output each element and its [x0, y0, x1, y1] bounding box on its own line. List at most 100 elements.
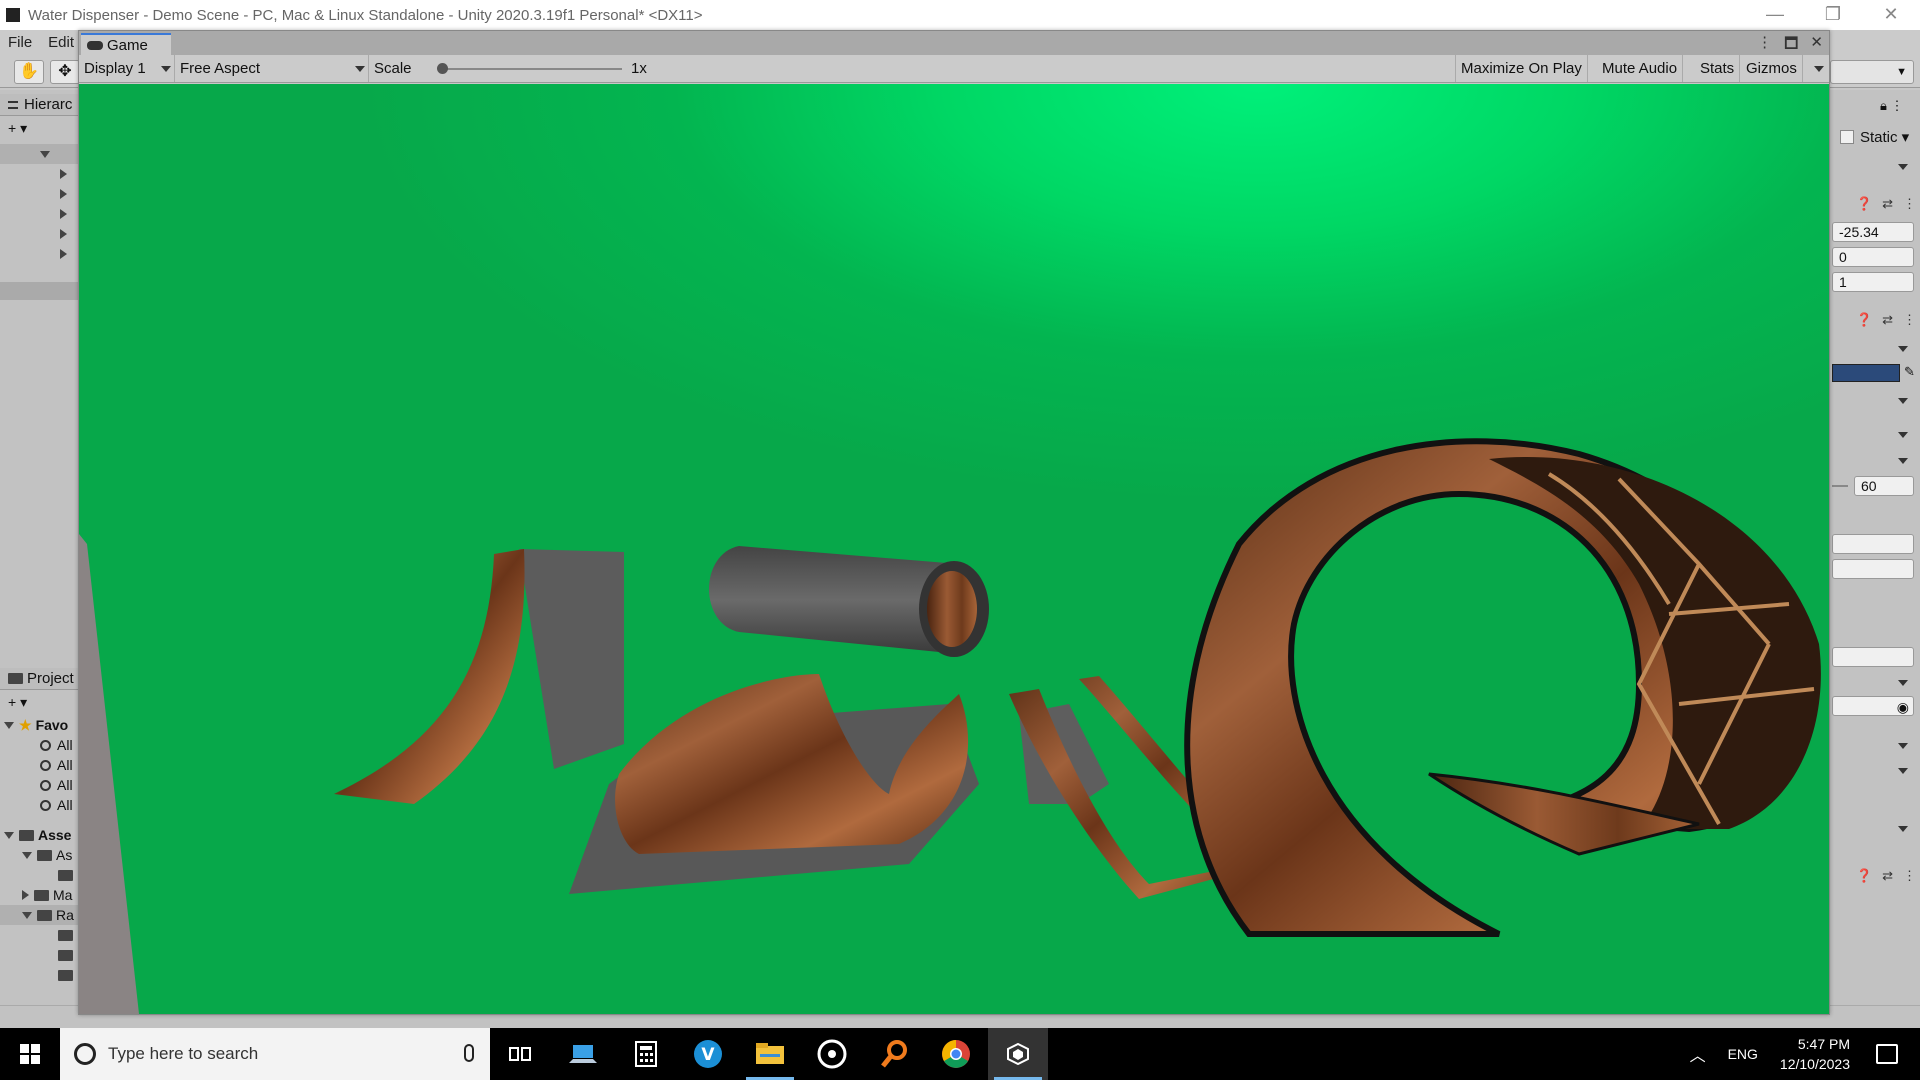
- component-header-icons[interactable]: ❓ ⇄ ⋮: [1856, 868, 1916, 886]
- asset-folder[interactable]: Ma: [0, 885, 80, 905]
- static-toggle[interactable]: Static ▾: [1840, 128, 1909, 146]
- folder-icon: [8, 673, 23, 684]
- menu-file[interactable]: File: [0, 34, 40, 51]
- left-panels: Hierarc + ▾ Project + ▾ ★ Favo All All Al…: [0, 90, 80, 1005]
- inspector-field[interactable]: [1832, 559, 1914, 579]
- component-header-icons[interactable]: ❓ ⇄ ⋮: [1856, 312, 1916, 330]
- clock[interactable]: 5:47 PM 12/10/2023: [1780, 1034, 1850, 1074]
- favorites-row[interactable]: ★ Favo: [0, 715, 80, 735]
- clear-flags-dropdown[interactable]: [1832, 338, 1914, 358]
- asset-folder[interactable]: Ra: [0, 905, 80, 925]
- position-x-field[interactable]: -25.34: [1832, 222, 1914, 242]
- unity-icon[interactable]: [988, 1028, 1048, 1080]
- microphone-icon[interactable]: [464, 1044, 474, 1062]
- notifications-icon[interactable]: [1876, 1044, 1898, 1064]
- layer-dropdown[interactable]: [1832, 156, 1914, 176]
- asset-folder[interactable]: [0, 945, 80, 965]
- move-tool-icon[interactable]: ✥: [50, 60, 80, 84]
- tree-row[interactable]: [0, 204, 80, 224]
- target-texture-field[interactable]: ◉: [1832, 696, 1914, 716]
- folder-icon: [58, 929, 73, 941]
- taskbar: Type here to search V ︿ ENG 5:47 PM 12/1…: [0, 1028, 1920, 1080]
- inspector-dropdown[interactable]: [1832, 672, 1914, 692]
- minimize-button[interactable]: —: [1746, 0, 1804, 30]
- inspector-dropdown[interactable]: [1832, 760, 1914, 780]
- search-placeholder: Type here to search: [108, 1044, 259, 1063]
- scene-row[interactable]: [0, 144, 80, 164]
- asset-folder[interactable]: As: [0, 845, 80, 865]
- game-viewport[interactable]: [79, 84, 1829, 1014]
- star-icon: ★: [19, 716, 32, 733]
- tree-row[interactable]: [0, 184, 80, 204]
- object-picker-icon[interactable]: ◉: [1897, 698, 1909, 716]
- inspector-dropdown[interactable]: [1832, 735, 1914, 755]
- hierarchy-tab[interactable]: Hierarc: [0, 94, 80, 116]
- inspector-field[interactable]: [1832, 647, 1914, 667]
- chevron-up-icon[interactable]: ︿: [1690, 1042, 1706, 1066]
- bowl-ramp: [569, 674, 979, 894]
- gizmos-toggle[interactable]: Gizmos: [1741, 55, 1803, 82]
- culling-mask-dropdown[interactable]: [1832, 390, 1914, 410]
- mute-audio-toggle[interactable]: Mute Audio: [1597, 55, 1684, 82]
- stats-toggle[interactable]: Stats: [1695, 55, 1741, 82]
- maximize-on-play-toggle[interactable]: Maximize On Play: [1455, 55, 1588, 82]
- inspector-field[interactable]: [1832, 534, 1914, 554]
- music-icon[interactable]: [802, 1028, 862, 1080]
- position-y-field[interactable]: 0: [1832, 247, 1914, 267]
- favorite-item[interactable]: All: [0, 795, 80, 815]
- asset-folder[interactable]: [0, 925, 80, 945]
- quarter-pipe-ramp: [334, 549, 624, 804]
- game-toolbar: Display 1 Free Aspect Scale 1x Maximize …: [79, 55, 1829, 83]
- game-tab[interactable]: Game: [81, 33, 171, 55]
- gizmos-dropdown[interactable]: [1809, 55, 1829, 82]
- layout-dropdown[interactable]: ▼: [1830, 60, 1914, 84]
- projection-dropdown[interactable]: [1832, 424, 1914, 444]
- project-add-button[interactable]: + ▾: [0, 692, 80, 712]
- asset-folder[interactable]: [0, 865, 80, 885]
- language-indicator[interactable]: ENG: [1728, 1046, 1758, 1062]
- taskbar-search[interactable]: Type here to search: [60, 1028, 490, 1080]
- search-icon: [40, 779, 51, 791]
- task-view-icon[interactable]: [490, 1028, 550, 1080]
- fov-slider[interactable]: [1832, 485, 1848, 487]
- lock-icon[interactable]: 🔒︎ ⋮: [1880, 98, 1904, 114]
- fov-field[interactable]: 60: [1854, 476, 1914, 496]
- inspector-dropdown[interactable]: [1832, 818, 1914, 838]
- folder-icon: [58, 969, 73, 981]
- favorite-item[interactable]: All: [0, 775, 80, 795]
- clock-time: 5:47 PM: [1797, 1036, 1850, 1052]
- eyedropper-icon[interactable]: ✎: [1904, 364, 1915, 380]
- background-color-swatch[interactable]: [1832, 364, 1900, 382]
- favorite-item[interactable]: All: [0, 735, 80, 755]
- laptop-icon[interactable]: [553, 1028, 613, 1080]
- search-icon: [40, 739, 51, 751]
- position-z-field[interactable]: 1: [1832, 272, 1914, 292]
- menu-edit[interactable]: Edit: [40, 34, 82, 51]
- tree-row[interactable]: [0, 244, 80, 264]
- aspect-dropdown[interactable]: Free Aspect: [175, 55, 369, 82]
- scale-slider[interactable]: [439, 68, 622, 70]
- calculator-icon[interactable]: [616, 1028, 676, 1080]
- assets-row[interactable]: Asse: [0, 825, 80, 845]
- chrome-icon[interactable]: [926, 1028, 986, 1080]
- close-window-button[interactable]: ✕: [1862, 0, 1920, 30]
- restore-button[interactable]: ❐: [1804, 0, 1862, 30]
- project-tab[interactable]: Project: [0, 668, 80, 690]
- tree-row[interactable]: [0, 224, 80, 244]
- search-icon: [40, 799, 51, 811]
- hand-tool-icon[interactable]: ✋: [14, 60, 44, 84]
- static-checkbox[interactable]: [1840, 130, 1854, 144]
- fov-axis-dropdown[interactable]: [1832, 450, 1914, 470]
- asset-folder[interactable]: [0, 965, 80, 985]
- search-app-icon[interactable]: [864, 1028, 924, 1080]
- unity-logo-icon: [6, 8, 20, 22]
- display-dropdown[interactable]: Display 1: [79, 55, 175, 82]
- windows-start-icon[interactable]: [0, 1028, 60, 1080]
- favorite-item[interactable]: All: [0, 755, 80, 775]
- vimeo-icon[interactable]: V: [678, 1028, 738, 1080]
- component-header-icons[interactable]: ❓ ⇄ ⋮: [1856, 196, 1916, 214]
- scale-slider-thumb[interactable]: [437, 63, 448, 74]
- file-explorer-icon[interactable]: [740, 1028, 800, 1080]
- tree-row[interactable]: [0, 164, 80, 184]
- hierarchy-add-button[interactable]: + ▾: [0, 118, 80, 138]
